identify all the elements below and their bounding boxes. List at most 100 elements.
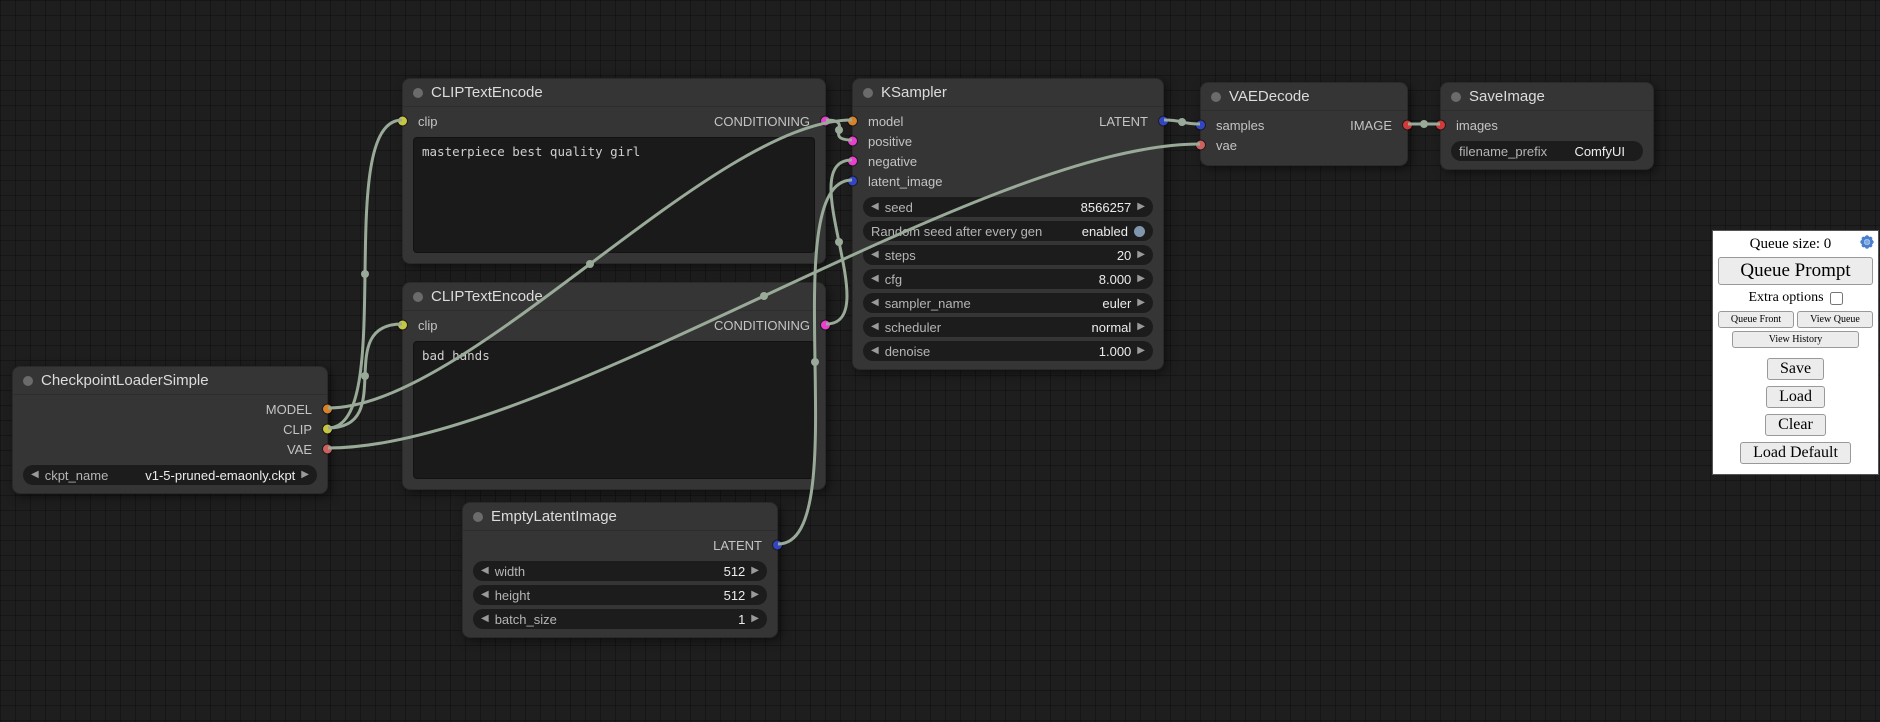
node-ksampler[interactable]: KSampler model positive negative latent_… xyxy=(852,78,1164,370)
node-clip-text-encode-negative[interactable]: CLIPTextEncode clip CONDITIONING bad han… xyxy=(402,282,826,490)
collapse-dot-icon[interactable] xyxy=(1451,92,1461,102)
widget-sampler-name[interactable]: ◀ sampler_name euler ▶ xyxy=(863,293,1153,313)
prev-arrow-icon[interactable]: ◀ xyxy=(481,566,489,576)
next-arrow-icon[interactable]: ▶ xyxy=(1137,322,1145,332)
prev-arrow-icon[interactable]: ◀ xyxy=(871,250,879,260)
toggle-on-icon[interactable] xyxy=(1134,226,1145,237)
widget-filename-prefix[interactable]: filename_prefix ComfyUI xyxy=(1451,141,1643,161)
widget-denoise[interactable]: ◀ denoise 1.000 ▶ xyxy=(863,341,1153,361)
node-title-bar[interactable]: KSampler xyxy=(853,79,1163,107)
next-arrow-icon[interactable]: ▶ xyxy=(1137,250,1145,260)
vae-port-icon[interactable] xyxy=(1196,141,1205,150)
node-title-bar[interactable]: EmptyLatentImage xyxy=(463,503,777,531)
latent-port-icon[interactable] xyxy=(773,541,782,550)
next-arrow-icon[interactable]: ▶ xyxy=(1137,274,1145,284)
queue-front-button[interactable]: Queue Front xyxy=(1718,311,1794,328)
collapse-dot-icon[interactable] xyxy=(1211,92,1221,102)
view-history-button[interactable]: View History xyxy=(1732,331,1859,348)
prev-arrow-icon[interactable]: ◀ xyxy=(481,590,489,600)
widget-width[interactable]: ◀ width 512 ▶ xyxy=(473,561,767,581)
next-arrow-icon[interactable]: ▶ xyxy=(301,470,309,480)
output-conditioning[interactable]: CONDITIONING xyxy=(714,111,815,131)
node-clip-text-encode-positive[interactable]: CLIPTextEncode clip CONDITIONING masterp… xyxy=(402,78,826,264)
next-arrow-icon[interactable]: ▶ xyxy=(751,614,759,624)
node-save-image[interactable]: SaveImage images filename_prefix ComfyUI xyxy=(1440,82,1654,170)
widget-seed[interactable]: ◀ seed 8566257 ▶ xyxy=(863,197,1153,217)
model-port-icon[interactable] xyxy=(323,405,332,414)
clip-port-icon[interactable] xyxy=(398,321,407,330)
clip-port-icon[interactable] xyxy=(323,425,332,434)
latent-port-icon[interactable] xyxy=(848,177,857,186)
output-vae[interactable]: VAE xyxy=(266,439,317,459)
output-image[interactable]: IMAGE xyxy=(1350,115,1397,135)
load-button[interactable]: Load xyxy=(1766,386,1825,408)
input-latent-image[interactable]: latent_image xyxy=(863,171,942,191)
widget-scheduler[interactable]: ◀ scheduler normal ▶ xyxy=(863,317,1153,337)
output-clip[interactable]: CLIP xyxy=(266,419,317,439)
vae-port-icon[interactable] xyxy=(323,445,332,454)
prev-arrow-icon[interactable]: ◀ xyxy=(871,202,879,212)
input-samples[interactable]: samples xyxy=(1211,115,1264,135)
collapse-dot-icon[interactable] xyxy=(863,88,873,98)
load-default-button[interactable]: Load Default xyxy=(1740,442,1851,464)
queue-prompt-button[interactable]: Queue Prompt xyxy=(1718,257,1873,285)
collapse-dot-icon[interactable] xyxy=(413,292,423,302)
widget-batch-size[interactable]: ◀ batch_size 1 ▶ xyxy=(473,609,767,629)
negative-prompt-textarea[interactable]: bad hands xyxy=(413,341,815,479)
prev-arrow-icon[interactable]: ◀ xyxy=(481,614,489,624)
widget-steps[interactable]: ◀ steps 20 ▶ xyxy=(863,245,1153,265)
input-model[interactable]: model xyxy=(863,111,942,131)
input-clip[interactable]: clip xyxy=(413,111,438,131)
clip-port-icon[interactable] xyxy=(398,117,407,126)
output-model[interactable]: MODEL xyxy=(266,399,317,419)
input-positive[interactable]: positive xyxy=(863,131,942,151)
image-port-icon[interactable] xyxy=(1403,121,1412,130)
prev-arrow-icon[interactable]: ◀ xyxy=(871,274,879,284)
input-clip[interactable]: clip xyxy=(413,315,438,335)
output-latent[interactable]: LATENT xyxy=(713,535,767,555)
node-title-bar[interactable]: CLIPTextEncode xyxy=(403,283,825,311)
widget-ckpt-name[interactable]: ◀ ckpt_name v1-5-pruned-emaonly.ckpt ▶ xyxy=(23,465,317,485)
next-arrow-icon[interactable]: ▶ xyxy=(1137,346,1145,356)
extra-options-checkbox[interactable] xyxy=(1830,292,1843,305)
positive-prompt-textarea[interactable]: masterpiece best quality girl xyxy=(413,137,815,253)
widget-height[interactable]: ◀ height 512 ▶ xyxy=(473,585,767,605)
latent-port-icon[interactable] xyxy=(1159,117,1168,126)
node-vae-decode[interactable]: VAEDecode samples vae IMAGE xyxy=(1200,82,1408,166)
conditioning-port-icon[interactable] xyxy=(821,117,830,126)
conditioning-port-icon[interactable] xyxy=(821,321,830,330)
widget-cfg[interactable]: ◀ cfg 8.000 ▶ xyxy=(863,269,1153,289)
collapse-dot-icon[interactable] xyxy=(23,376,33,386)
next-arrow-icon[interactable]: ▶ xyxy=(1137,202,1145,212)
conditioning-port-icon[interactable] xyxy=(848,137,857,146)
prev-arrow-icon[interactable]: ◀ xyxy=(871,346,879,356)
prev-arrow-icon[interactable]: ◀ xyxy=(871,298,879,308)
node-title-bar[interactable]: SaveImage xyxy=(1441,83,1653,111)
collapse-dot-icon[interactable] xyxy=(413,88,423,98)
prev-arrow-icon[interactable]: ◀ xyxy=(31,470,39,480)
save-button[interactable]: Save xyxy=(1767,358,1824,380)
model-port-icon[interactable] xyxy=(848,117,857,126)
node-title-bar[interactable]: CheckpointLoaderSimple xyxy=(13,367,327,395)
node-empty-latent-image[interactable]: EmptyLatentImage LATENT ◀ width 512 ▶ ◀ … xyxy=(462,502,778,638)
input-vae[interactable]: vae xyxy=(1211,135,1264,155)
prev-arrow-icon[interactable]: ◀ xyxy=(871,322,879,332)
image-port-icon[interactable] xyxy=(1436,121,1445,130)
collapse-dot-icon[interactable] xyxy=(473,512,483,522)
latent-port-icon[interactable] xyxy=(1196,121,1205,130)
clear-button[interactable]: Clear xyxy=(1765,414,1826,436)
node-title-bar[interactable]: VAEDecode xyxy=(1201,83,1407,111)
next-arrow-icon[interactable]: ▶ xyxy=(751,590,759,600)
output-conditioning[interactable]: CONDITIONING xyxy=(714,315,815,335)
view-queue-button[interactable]: View Queue xyxy=(1797,311,1873,328)
input-negative[interactable]: negative xyxy=(863,151,942,171)
output-latent[interactable]: LATENT xyxy=(1099,111,1153,131)
input-images[interactable]: images xyxy=(1451,115,1498,135)
next-arrow-icon[interactable]: ▶ xyxy=(1137,298,1145,308)
node-checkpoint-loader-simple[interactable]: CheckpointLoaderSimple MODEL CLIP VAE ◀ … xyxy=(12,366,328,494)
widget-random-seed-toggle[interactable]: Random seed after every gen enabled xyxy=(863,221,1153,241)
next-arrow-icon[interactable]: ▶ xyxy=(751,566,759,576)
settings-icon[interactable] xyxy=(1860,235,1874,249)
conditioning-port-icon[interactable] xyxy=(848,157,857,166)
node-title-bar[interactable]: CLIPTextEncode xyxy=(403,79,825,107)
